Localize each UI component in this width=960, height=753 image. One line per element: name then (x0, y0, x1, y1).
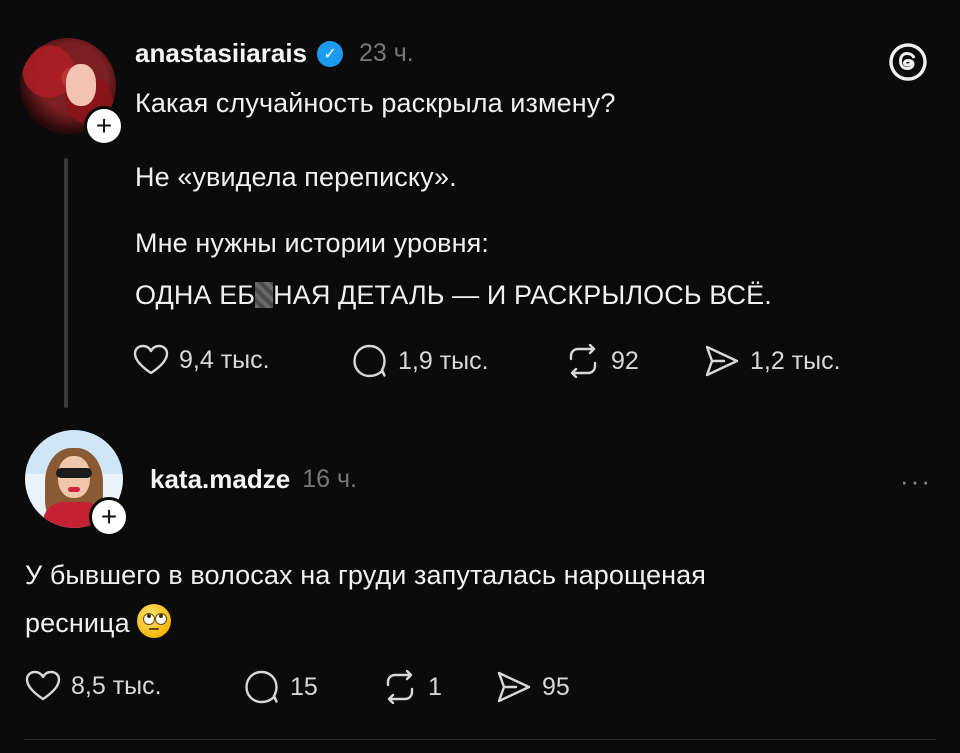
plus-icon: + (95, 110, 113, 141)
username[interactable]: anastasiiarais (135, 38, 307, 69)
post-text-line: У бывшего в волосах на груди запуталась … (25, 560, 706, 590)
repost-icon (569, 344, 597, 378)
heart-icon (133, 344, 169, 375)
like-button[interactable]: 9,4 тыс. (133, 344, 270, 376)
repost-count: 1 (428, 672, 442, 701)
post-text-line: Мне нужны истории уровня: (135, 228, 489, 258)
thread-line (64, 158, 68, 408)
send-icon (705, 345, 739, 377)
checkmark-icon: ✓ (323, 45, 337, 63)
repost-button[interactable]: 92 (565, 344, 639, 378)
like-count: 8,5 тыс. (71, 671, 162, 700)
post-text-line-censored: ОДНА ЕБ НАЯ ДЕТАЛЬ — И РАСКРЫЛОСЬ ВСЁ. (135, 280, 772, 311)
avatar-lips (68, 487, 80, 492)
like-button[interactable]: 8,5 тыс. (25, 670, 162, 702)
comment-button[interactable]: 1,9 тыс. (352, 344, 489, 378)
plus-icon: + (100, 501, 118, 532)
like-count: 9,4 тыс. (179, 345, 270, 374)
share-button[interactable]: 1,2 тыс. (704, 344, 841, 378)
emoji-eye (155, 613, 168, 625)
avatar-sunglasses (56, 468, 92, 478)
comment-bubble-icon (353, 344, 386, 378)
repost-button[interactable]: 1 (382, 670, 442, 704)
emoji-mouth (149, 628, 160, 630)
emoji-eye (143, 613, 156, 625)
send-icon (497, 671, 531, 703)
post-text-line-with-emoji: ресница (25, 604, 172, 639)
post-header: kata.madze 16 ч. (150, 464, 357, 495)
username[interactable]: kata.madze (150, 464, 290, 495)
post-time: 16 ч. (302, 465, 357, 493)
comment-button[interactable]: 15 (244, 670, 318, 704)
post-text-line: Не «увидела переписку». (135, 162, 457, 192)
heart-icon (25, 670, 61, 701)
more-options-button[interactable]: ··· (900, 466, 932, 497)
post-header: anastasiiarais ✓ 23 ч. (135, 38, 414, 69)
follow-plus-button[interactable]: + (84, 106, 124, 146)
divider (24, 739, 936, 740)
post-text-fragment: НАЯ ДЕТАЛЬ — И РАСКРЫЛОСЬ ВСЁ. (273, 280, 772, 310)
follow-plus-button[interactable]: + (89, 497, 129, 537)
post-text-line: Какая случайность раскрыла измену? (135, 88, 616, 118)
share-count: 95 (542, 672, 570, 701)
avatar-face (66, 64, 96, 106)
share-button[interactable]: 95 (496, 670, 570, 704)
face-with-rolling-eyes-icon (137, 604, 172, 638)
censor-mosaic (255, 282, 274, 308)
post-text-fragment: ресница (25, 608, 130, 638)
share-count: 1,2 тыс. (750, 346, 841, 375)
threads-logo[interactable] (888, 42, 928, 82)
comment-count: 1,9 тыс. (398, 346, 489, 375)
repost-count: 92 (611, 346, 639, 375)
comment-bubble-icon (245, 670, 278, 704)
repost-icon (386, 670, 414, 704)
verified-badge-icon: ✓ (317, 40, 344, 67)
post-time: 23 ч. (359, 39, 414, 67)
comment-count: 15 (290, 672, 318, 701)
post-text-fragment: ОДНА ЕБ (135, 280, 256, 310)
